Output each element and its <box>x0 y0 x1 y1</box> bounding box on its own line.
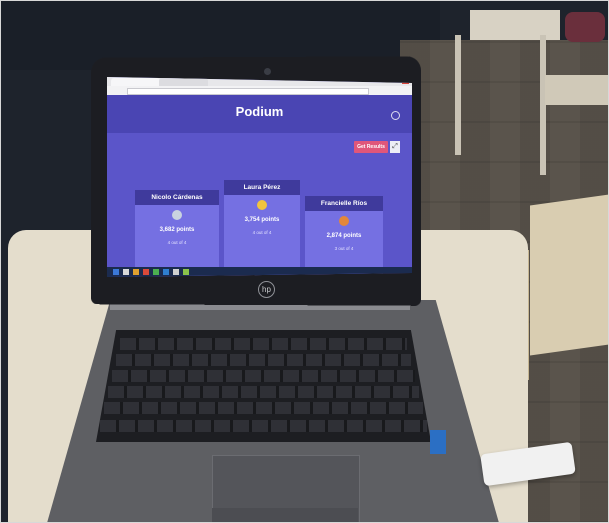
key-row[interactable] <box>120 338 407 350</box>
key-row[interactable] <box>112 370 415 382</box>
page-title: Podium <box>235 104 284 119</box>
browser-tab[interactable] <box>159 78 208 86</box>
get-results-button[interactable]: Get Results <box>354 141 388 153</box>
taskbar-app-icon[interactable] <box>163 269 169 275</box>
player-name: Francielle Ríos <box>305 196 383 211</box>
photo: hp Podium Get Results ⤢ Nicolo Cárdenas … <box>0 0 609 523</box>
key-row[interactable] <box>108 386 419 398</box>
player-correct: 4 out of 4 <box>252 230 272 235</box>
player-correct: 4 out of 4 <box>167 240 187 245</box>
player-points: 2,874 points <box>326 233 362 239</box>
player-name: Laura Pérez <box>224 180 300 195</box>
player-points: 3,682 points <box>159 227 195 233</box>
chair-seat <box>545 75 609 105</box>
player-points: 3,754 points <box>244 217 280 223</box>
chair-leg <box>455 35 461 155</box>
silver-medal-icon <box>172 210 182 220</box>
fullscreen-icon[interactable]: ⤢ <box>390 141 400 153</box>
player-correct: 3 out of 4 <box>334 246 354 251</box>
podium-first-place: Laura Pérez 3,754 points 4 out of 4 <box>224 180 300 277</box>
taskbar-app-icon[interactable] <box>123 269 129 275</box>
hp-logo-icon: hp <box>258 281 275 298</box>
taskbar-app-icon[interactable] <box>173 269 179 275</box>
chrome-icon[interactable] <box>153 269 159 275</box>
bronze-medal-icon <box>339 216 349 226</box>
player-name: Nicolo Cárdenas <box>135 190 219 205</box>
address-bar[interactable] <box>127 88 369 95</box>
browser-tab[interactable] <box>111 78 160 86</box>
webcam-icon <box>264 68 271 75</box>
key-row[interactable] <box>116 354 411 366</box>
taskbar-app-icon[interactable] <box>183 269 189 275</box>
intel-sticker <box>430 430 446 454</box>
touchpad-buttons[interactable] <box>212 508 358 523</box>
taskbar-app-icon[interactable] <box>143 269 149 275</box>
podium-second-place: Nicolo Cárdenas 3,682 points 4 out of 4 <box>135 190 219 277</box>
chair-leg <box>540 35 546 175</box>
keyboard[interactable] <box>96 330 431 442</box>
key-row[interactable] <box>100 420 427 432</box>
gear-icon[interactable] <box>391 111 400 120</box>
start-icon[interactable] <box>113 269 119 275</box>
podium-third-place: Francielle Ríos 2,874 points 3 out of 4 <box>305 196 383 277</box>
side-desk <box>530 194 609 356</box>
backpack <box>565 12 605 42</box>
folder-icon[interactable] <box>133 269 139 275</box>
key-row[interactable] <box>104 402 423 414</box>
chair-back <box>470 10 560 40</box>
laptop-screen: Podium Get Results ⤢ Nicolo Cárdenas 3,6… <box>107 77 412 277</box>
gold-medal-icon <box>257 200 267 210</box>
